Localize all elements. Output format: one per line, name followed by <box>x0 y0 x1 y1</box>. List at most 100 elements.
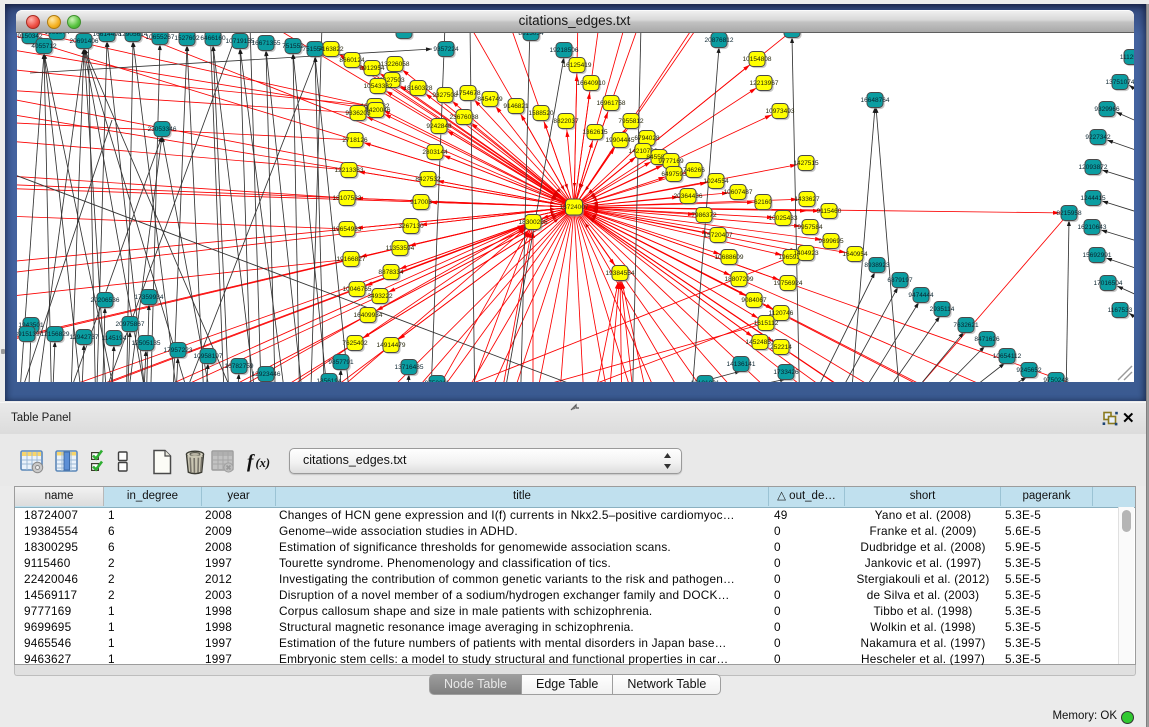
svg-text:1145194: 1145194 <box>102 335 127 342</box>
svg-text:9750248: 9750248 <box>1043 377 1069 382</box>
svg-text:18107533: 18107533 <box>333 195 362 202</box>
svg-text:7163822: 7163822 <box>318 46 344 53</box>
svg-text:13226058: 13226058 <box>381 61 410 68</box>
svg-text:1112503: 1112503 <box>1120 54 1134 61</box>
svg-text:1404923: 1404923 <box>793 250 819 257</box>
svg-text:7625402: 7625402 <box>342 340 368 347</box>
svg-text:20876812: 20876812 <box>705 37 734 44</box>
svg-text:7632621: 7632621 <box>953 322 979 329</box>
svg-text:18160328: 18160328 <box>404 85 433 92</box>
svg-text:7986372: 7986372 <box>691 212 717 219</box>
svg-text:1244415: 1244415 <box>1080 195 1106 202</box>
svg-text:19166827: 19166827 <box>337 256 366 263</box>
svg-text:3915139: 3915139 <box>17 331 40 338</box>
svg-text:15720407: 15720407 <box>704 232 733 239</box>
svg-text:8471626: 8471626 <box>974 336 1000 343</box>
svg-text:f: f <box>247 452 255 473</box>
svg-text:2718126: 2718126 <box>342 137 368 144</box>
svg-text:9857791: 9857791 <box>328 359 354 366</box>
svg-text:10154808: 10154808 <box>743 56 772 63</box>
svg-text:12923446: 12923446 <box>252 371 281 378</box>
svg-text:1527602: 1527602 <box>174 35 200 42</box>
svg-text:10607487: 10607487 <box>724 189 753 196</box>
svg-text:18807299: 18807299 <box>725 276 754 283</box>
svg-text:9899695: 9899695 <box>818 238 844 245</box>
svg-text:1356194: 1356194 <box>316 378 342 382</box>
svg-text:6879197: 6879197 <box>887 277 913 284</box>
svg-text:1024554: 1024554 <box>703 178 729 185</box>
svg-text:8427532: 8427532 <box>415 176 441 183</box>
svg-text:16640910: 16640910 <box>577 80 606 87</box>
svg-text:9777169: 9777169 <box>658 158 684 165</box>
svg-text:1433627: 1433627 <box>794 196 820 203</box>
svg-text:9084067: 9084067 <box>741 297 767 304</box>
svg-text:4055712: 4055712 <box>31 43 57 50</box>
svg-text:12942737: 12942737 <box>70 334 99 341</box>
svg-text:12093872: 12093872 <box>1079 164 1108 171</box>
svg-text:17957223: 17957223 <box>164 347 193 354</box>
svg-text:9245652: 9245652 <box>1016 367 1042 374</box>
svg-text:12213383: 12213383 <box>335 167 364 174</box>
svg-text:19756924: 19756924 <box>774 280 803 287</box>
svg-text:18300295: 18300295 <box>519 219 548 226</box>
svg-text:8660124: 8660124 <box>339 57 365 64</box>
svg-text:16409934: 16409934 <box>354 312 383 319</box>
svg-text:9750211: 9750211 <box>425 380 450 382</box>
svg-text:9357224: 9357224 <box>433 46 459 53</box>
svg-text:12156829: 12156829 <box>41 331 70 338</box>
svg-text:14136141: 14136141 <box>727 361 756 368</box>
svg-text:3267130: 3267130 <box>398 223 424 230</box>
svg-text:1640954: 1640954 <box>842 251 868 258</box>
svg-text:10973493: 10973493 <box>766 108 795 115</box>
svg-text:10688609: 10688609 <box>715 254 744 261</box>
svg-text:16191801: 16191801 <box>691 380 720 382</box>
svg-text:19218506: 19218506 <box>550 47 579 54</box>
svg-text:16125419: 16125419 <box>563 62 592 69</box>
svg-text:20691406: 20691406 <box>70 38 99 45</box>
svg-text:1615112: 1615112 <box>754 320 779 327</box>
svg-text:17359934: 17359934 <box>135 294 164 301</box>
svg-text:20975867: 20975867 <box>116 321 145 328</box>
svg-text:19384554: 19384554 <box>606 270 635 277</box>
svg-text:9329966: 9329966 <box>1094 106 1120 113</box>
svg-text:9115460: 9115460 <box>817 208 842 215</box>
svg-text:9474444: 9474444 <box>908 292 934 299</box>
svg-text:16648764: 16648764 <box>861 97 890 104</box>
svg-text:8878334: 8878334 <box>378 269 404 276</box>
svg-text:10719155: 10719155 <box>226 38 255 45</box>
svg-text:16782759: 16782759 <box>225 363 254 370</box>
svg-text:19654933: 19654933 <box>333 226 362 233</box>
svg-text:7955812: 7955812 <box>618 118 644 125</box>
svg-text:1167533: 1167533 <box>1108 307 1133 314</box>
svg-text:20206536: 20206536 <box>91 297 120 304</box>
svg-text:10046765: 10046765 <box>343 286 372 293</box>
svg-text:12213967: 12213967 <box>750 80 779 87</box>
svg-text:13716485: 13716485 <box>395 364 424 371</box>
svg-text:9327508: 9327508 <box>432 92 458 99</box>
svg-text:8454749: 8454749 <box>477 96 503 103</box>
svg-text:6794028: 6794028 <box>634 135 660 142</box>
svg-text:917003: 917003 <box>410 199 432 206</box>
svg-text:16961758: 16961758 <box>597 100 626 107</box>
svg-text:252214: 252214 <box>770 344 792 351</box>
svg-text:10655267: 10655267 <box>146 34 175 41</box>
svg-text:18724007: 18724007 <box>560 204 589 211</box>
svg-text:10654112: 10654112 <box>993 353 1022 360</box>
svg-text:14914479: 14914479 <box>377 342 406 349</box>
svg-text:11353594: 11353594 <box>386 245 415 252</box>
svg-text:9227342: 9227342 <box>1085 134 1111 141</box>
svg-text:16210643: 16210643 <box>1078 224 1107 231</box>
svg-text:12505135: 12505135 <box>132 340 161 347</box>
svg-text:8215958: 8215958 <box>1056 210 1082 217</box>
svg-text:8938923: 8938923 <box>864 262 890 269</box>
svg-text:16671355: 16671355 <box>252 40 281 47</box>
svg-text:1588520: 1588520 <box>528 110 554 117</box>
svg-text:10958197: 10958197 <box>194 353 223 360</box>
svg-text:9957584: 9957584 <box>797 224 823 231</box>
svg-text:1733426: 1733426 <box>773 369 799 376</box>
svg-text:6497593: 6497593 <box>661 171 687 178</box>
svg-text:9336203: 9336203 <box>345 110 371 117</box>
svg-text:1427515: 1427515 <box>793 160 819 167</box>
svg-text:1362615: 1362615 <box>582 129 608 136</box>
svg-text:9146821: 9146821 <box>503 103 529 110</box>
